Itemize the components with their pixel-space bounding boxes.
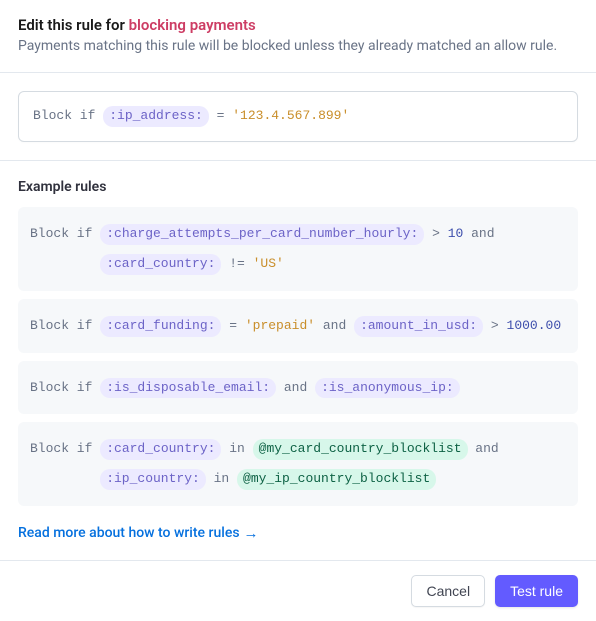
editor-operator: = <box>209 108 232 123</box>
rule-variable: :amount_in_usd: <box>354 316 483 337</box>
dialog-footer: Cancel Test rule <box>0 560 596 621</box>
rule-keyword: and <box>468 441 499 456</box>
rule-expression-input[interactable]: Block if :ip_address: = '123.4.567.899' <box>18 91 578 142</box>
rule-list: @my_ip_country_blocklist <box>237 469 436 490</box>
rule-editor-section: Block if :ip_address: = '123.4.567.899' <box>0 73 596 160</box>
rule-string: 'prepaid' <box>245 318 315 333</box>
example-rule: Block if :charge_attempts_per_card_numbe… <box>18 207 578 291</box>
rule-string: 'US' <box>253 256 284 271</box>
rule-variable: :card_country: <box>100 439 221 460</box>
example-prefix: Block if <box>30 380 100 395</box>
rule-keyword: in <box>206 471 237 486</box>
read-more-text: Read more about how to write rules <box>18 525 240 541</box>
rule-operator: != <box>221 256 252 271</box>
rule-operator: = <box>221 318 244 333</box>
rule-variable: :card_funding: <box>100 316 221 337</box>
examples-section: Example rules Block if :charge_attempts_… <box>0 161 596 560</box>
example-rule: Block if :is_disposable_email: and :is_a… <box>18 361 578 415</box>
arrow-right-icon: → <box>244 524 259 542</box>
example-rule: Block if :card_country: in @my_card_coun… <box>18 422 578 506</box>
example-rule: Block if :card_funding: = 'prepaid' and … <box>18 299 578 353</box>
example-prefix: Block if <box>30 318 100 333</box>
editor-prefix: Block if <box>33 108 103 123</box>
rule-number: 10 <box>448 226 464 241</box>
rule-list: @my_card_country_blocklist <box>253 439 468 460</box>
title-prefix: Edit this rule for <box>18 16 129 34</box>
page-subtitle: Payments matching this rule will be bloc… <box>18 38 578 54</box>
page-title: Edit this rule for blocking payments <box>18 16 578 34</box>
rule-variable: :card_country: <box>100 254 221 275</box>
rule-number: 1000.00 <box>507 318 562 333</box>
rule-keyword: in <box>221 441 252 456</box>
read-more-link[interactable]: Read more about how to write rules → <box>18 524 259 542</box>
rule-variable: :is_anonymous_ip: <box>315 378 460 399</box>
test-rule-button[interactable]: Test rule <box>495 575 578 607</box>
cancel-button[interactable]: Cancel <box>411 575 485 607</box>
title-ruletype: blocking payments <box>129 16 256 34</box>
rule-variable: :ip_country: <box>100 469 206 490</box>
example-prefix: Block if <box>30 441 100 456</box>
header: Edit this rule for blocking payments Pay… <box>0 0 596 72</box>
editor-value: '123.4.567.899' <box>232 108 349 123</box>
editor-variable: :ip_address: <box>103 106 209 127</box>
rule-keyword: and <box>315 318 354 333</box>
examples-heading: Example rules <box>18 179 578 195</box>
rule-keyword: and <box>463 226 494 241</box>
rule-operator: > <box>424 226 447 241</box>
rule-keyword: and <box>276 380 315 395</box>
rule-operator: > <box>483 318 506 333</box>
rule-variable: :charge_attempts_per_card_number_hourly: <box>100 224 424 245</box>
rule-variable: :is_disposable_email: <box>100 378 276 399</box>
example-prefix: Block if <box>30 226 100 241</box>
